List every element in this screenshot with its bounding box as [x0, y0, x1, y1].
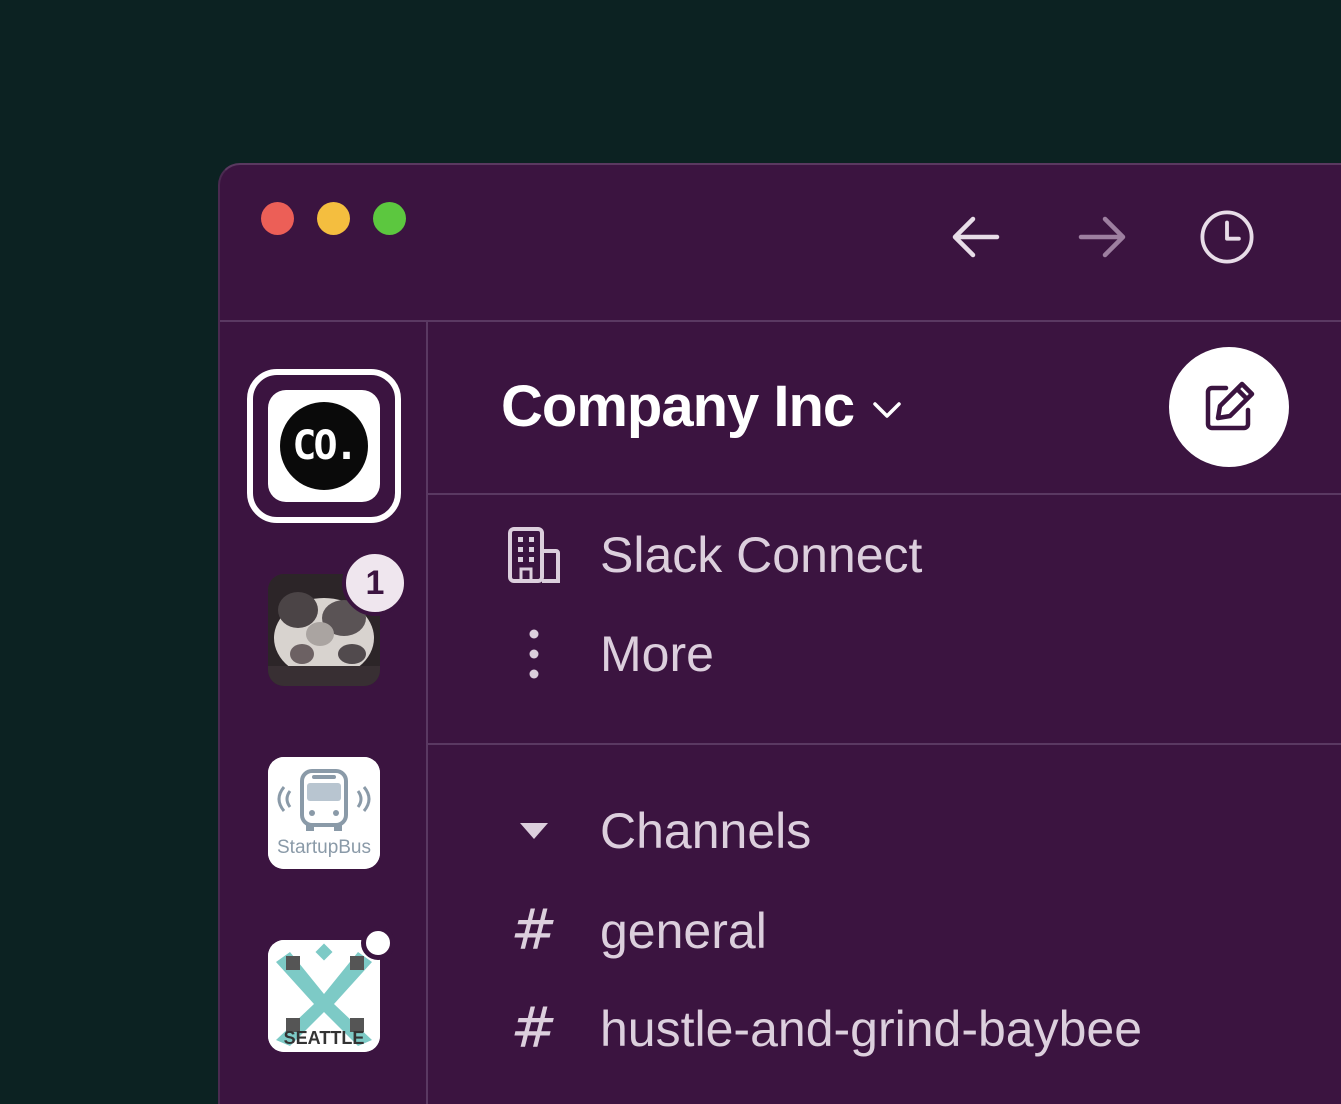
hash-icon: # — [510, 898, 558, 963]
back-button[interactable] — [947, 209, 1003, 265]
workspace-company-inc[interactable]: CO. — [247, 369, 401, 523]
forward-button[interactable] — [1075, 209, 1131, 265]
channel-name: general — [600, 902, 767, 959]
channel-item[interactable]: # general — [502, 898, 767, 963]
channel-item[interactable]: # hustle-and-grind-baybee — [502, 996, 1143, 1061]
header-divider — [428, 493, 1341, 495]
caret-down-icon — [502, 799, 566, 863]
startupbus-logo-text: StartupBus — [277, 837, 371, 858]
unread-dot — [361, 926, 395, 960]
compose-button[interactable] — [1169, 347, 1289, 467]
hash-icon: # — [510, 996, 558, 1061]
title-bar — [220, 165, 1341, 321]
unread-badge: 1 — [342, 550, 408, 616]
seattle-logo-text: SEATTLE — [284, 1028, 365, 1048]
seattle-logo: SEATTLE — [268, 940, 380, 1052]
chevron-down-icon — [873, 401, 901, 418]
section-divider — [428, 743, 1341, 745]
channels-section-header[interactable]: Channels — [502, 799, 811, 863]
clock-icon — [1200, 210, 1254, 264]
arrow-left-icon — [952, 216, 1000, 258]
history-button[interactable] — [1199, 209, 1255, 265]
workspace-seattle[interactable]: SEATTLE — [268, 940, 380, 1052]
zoom-window-button[interactable] — [373, 202, 406, 235]
workspace-switcher[interactable]: Company Inc — [501, 373, 902, 440]
channels-section-label: Channels — [600, 803, 812, 859]
nav-slack-connect[interactable]: Slack Connect — [502, 523, 922, 587]
workspace-name: Company Inc — [501, 374, 855, 439]
nav-slack-connect-label: Slack Connect — [600, 527, 923, 583]
nav-more[interactable]: More — [502, 622, 714, 686]
arrow-right-icon — [1078, 216, 1126, 258]
channel-name: hustle-and-grind-baybee — [600, 1000, 1143, 1057]
workspace-logo-container: CO. — [268, 390, 380, 502]
startupbus-logo: StartupBus — [268, 757, 380, 869]
close-window-button[interactable] — [261, 202, 294, 235]
building-icon — [502, 523, 566, 587]
compose-icon — [1205, 381, 1255, 431]
company-logo: CO. — [280, 402, 368, 490]
minimize-window-button[interactable] — [317, 202, 350, 235]
nav-more-label: More — [600, 626, 714, 682]
workspace-startupbus[interactable]: StartupBus — [268, 757, 380, 869]
rail-divider — [426, 322, 428, 1104]
more-vertical-icon — [502, 622, 566, 686]
app-window: CO. 1 StartupBus SEATTLE Company Inc Sla… — [218, 163, 1341, 1104]
